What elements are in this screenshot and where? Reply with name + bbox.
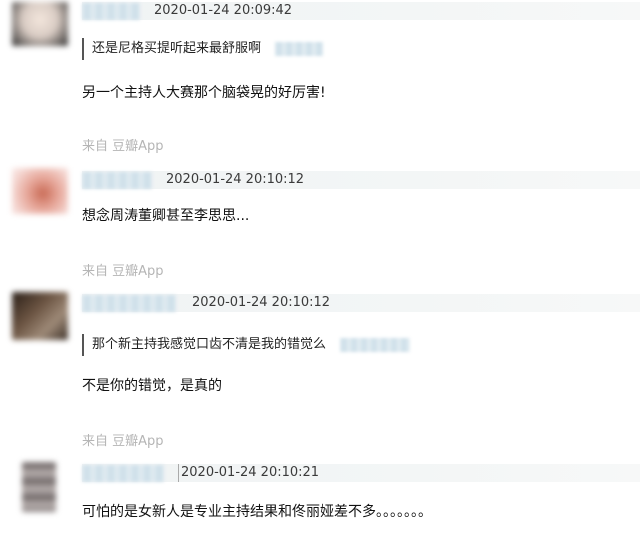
comment-timestamp: 2020-01-24 20:09:42	[154, 3, 293, 18]
username-link[interactable]	[82, 172, 152, 189]
quoted-username[interactable]	[340, 337, 411, 352]
avatar[interactable]	[22, 462, 56, 512]
username-link[interactable]	[82, 465, 164, 482]
comment-timestamp: 2020-01-24 20:10:12	[192, 295, 331, 310]
reply-quote: 还是尼格买提听起来最舒服啊	[82, 38, 324, 60]
comment-source: 来自 豆瓣App	[82, 264, 164, 279]
comment-meta-bar: 2020-01-24 20:09:42	[82, 2, 640, 20]
comment-source: 来自 豆瓣App	[82, 434, 164, 449]
comment-source: 来自 豆瓣App	[82, 139, 164, 154]
reply-quote: 那个新主持我感觉口齿不清是我的错觉么	[82, 334, 411, 356]
comment-timestamp: 2020-01-24 20:10:21	[178, 464, 319, 482]
comment-content: 另一个主持人大赛那个脑袋晃的好厉害!	[82, 85, 326, 101]
quoted-username[interactable]	[275, 41, 324, 56]
quote-text: 那个新主持我感觉口齿不清是我的错觉么	[92, 337, 327, 352]
avatar[interactable]	[12, 2, 68, 46]
avatar[interactable]	[12, 168, 68, 214]
comment-content: 可怕的是女新人是专业主持结果和佟丽娅差不多。。。。。。。	[82, 504, 432, 520]
comment-content: 想念周涛董卿甚至李思思...	[82, 208, 250, 224]
avatar[interactable]	[12, 292, 68, 340]
comment-timestamp: 2020-01-24 20:10:12	[166, 172, 305, 187]
comment-meta-bar: 2020-01-24 20:10:12	[82, 294, 640, 312]
comment-meta-bar: 2020-01-24 20:10:12	[82, 171, 640, 189]
comment-content: 不是你的错觉，是真的	[82, 378, 222, 394]
username-link[interactable]	[82, 3, 140, 20]
quote-text: 还是尼格买提听起来最舒服啊	[92, 41, 262, 56]
username-link[interactable]	[82, 295, 176, 312]
comment-meta-bar: 2020-01-24 20:10:21	[82, 464, 640, 482]
